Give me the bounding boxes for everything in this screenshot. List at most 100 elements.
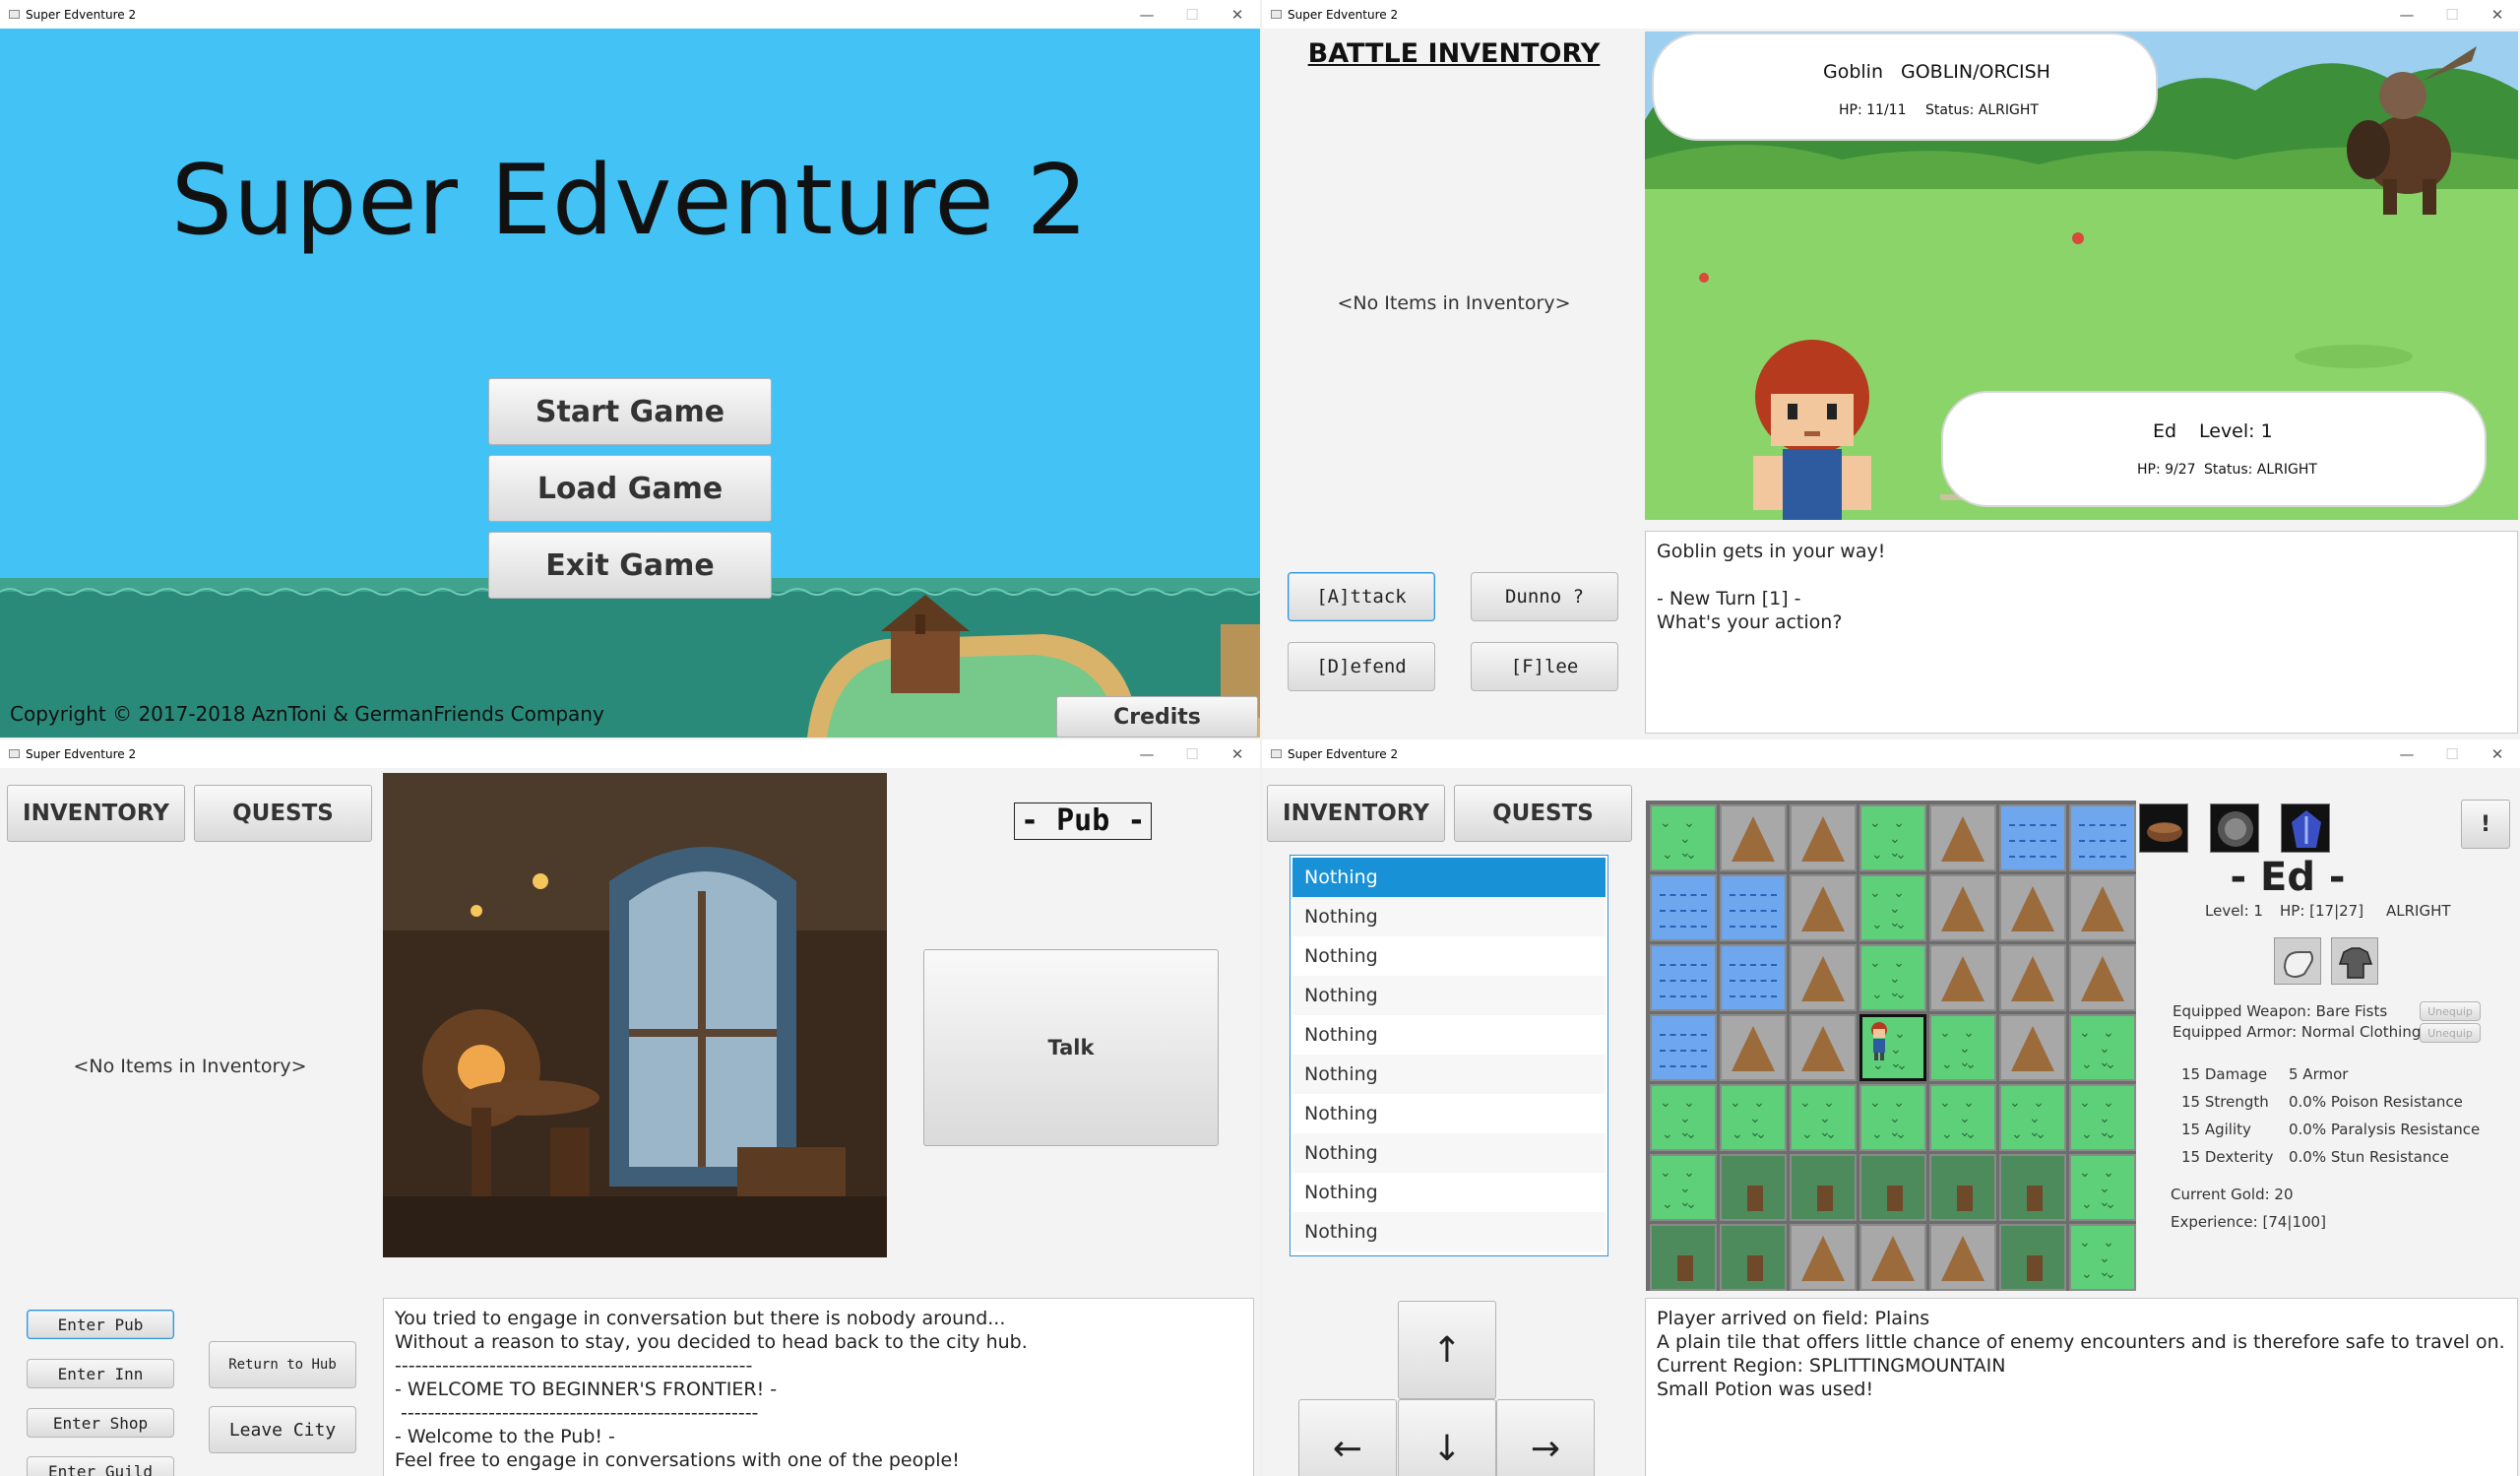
leave-city-button[interactable]: Leave City xyxy=(209,1406,356,1453)
close-button[interactable]: ✕ xyxy=(2475,745,2520,763)
inventory-item[interactable]: Nothing xyxy=(1292,1055,1606,1094)
stat-stun-resistance: 0.0% Stun Resistance xyxy=(2289,1148,2449,1166)
grass-icon: ⌄ ⌄ xyxy=(2081,1126,2120,1142)
grass-icon: ⌄ ⌄ xyxy=(1660,1095,1699,1111)
flee-button[interactable]: [F]lee xyxy=(1471,642,1618,691)
minimize-button[interactable]: — xyxy=(1124,6,1169,24)
item-slot-2[interactable] xyxy=(2210,803,2259,853)
start-game-button[interactable]: Start Game xyxy=(488,378,772,445)
pub-window: Super Edventure 2 — ☐ ✕ INVENTORY QUESTS… xyxy=(0,739,1260,1476)
mountain-tile xyxy=(1790,1224,1857,1291)
tree-trunk-icon xyxy=(1887,1186,1903,1211)
inventory-item[interactable]: Nothing xyxy=(1292,1212,1606,1251)
quests-tab[interactable]: QUESTS xyxy=(194,785,372,842)
window-title: Super Edventure 2 xyxy=(1288,7,1399,22)
enter-shop-button[interactable]: Enter Shop xyxy=(27,1408,174,1438)
mountain-icon xyxy=(2081,886,2124,931)
grass-icon: ⌄ ⌄ xyxy=(1871,917,1911,932)
wave-icon xyxy=(1660,910,1707,912)
move-right-button[interactable]: → xyxy=(1496,1399,1595,1476)
maximize-button: ☐ xyxy=(2445,744,2459,763)
player-hp: HP: 9/27 xyxy=(2137,462,2196,478)
wave-icon xyxy=(1730,894,1777,896)
inventory-item[interactable]: Nothing xyxy=(1292,976,1606,1015)
water-tile xyxy=(1650,944,1717,1011)
wave-icon xyxy=(1730,995,1777,997)
forest-tile xyxy=(1790,1154,1857,1221)
inventory-item[interactable]: Nothing xyxy=(1292,1094,1606,1133)
enter-guild-button[interactable]: Enter Guild xyxy=(27,1456,174,1476)
battle-inventory-empty: <No Items in Inventory> xyxy=(1337,292,1571,314)
item-slot-3[interactable] xyxy=(2281,803,2330,853)
battle-scene: Goblin GOBLIN/ORCISH HP: 11/11 Status: A… xyxy=(1645,32,2518,520)
wave-icon xyxy=(1730,926,1777,928)
maximize-button: ☐ xyxy=(1185,5,1199,24)
inventory-tab[interactable]: INVENTORY xyxy=(1267,785,1445,842)
inventory-item[interactable]: Nothing xyxy=(1292,858,1606,897)
inventory-tab[interactable]: INVENTORY xyxy=(7,785,185,842)
close-button[interactable]: ✕ xyxy=(1215,6,1260,24)
move-left-button[interactable]: ← xyxy=(1298,1399,1397,1476)
inventory-item[interactable]: Nothing xyxy=(1292,936,1606,976)
move-down-button[interactable]: ↓ xyxy=(1398,1399,1496,1476)
quests-tab[interactable]: QUESTS xyxy=(1454,785,1632,842)
grass-tile: ⌄ ⌄ ⌄ ⌄ ⌄ ⌄ xyxy=(1790,1084,1857,1151)
wave-icon xyxy=(1660,1050,1707,1052)
character-level: Level: 1 xyxy=(2205,902,2263,920)
unequip-weapon-button: Unequip xyxy=(2420,1001,2481,1021)
maximize-button: ☐ xyxy=(1185,744,1199,763)
minimize-button[interactable]: — xyxy=(2384,745,2429,763)
credits-button[interactable]: Credits xyxy=(1056,696,1258,738)
move-up-button[interactable]: ↑ xyxy=(1398,1301,1496,1399)
clothing-icon xyxy=(2338,947,2373,979)
battle-log[interactable]: Goblin gets in your way! - New Turn [1] … xyxy=(1645,531,2518,734)
title-bar: Super Edventure 2 — ☐ ✕ xyxy=(1262,0,2520,29)
inventory-item[interactable]: Nothing xyxy=(1292,1015,1606,1055)
alert-button[interactable]: ! xyxy=(2461,800,2510,849)
minimize-button[interactable]: — xyxy=(1124,745,1169,763)
inventory-item[interactable]: Nothing xyxy=(1292,897,1606,936)
defend-button[interactable]: [D]efend xyxy=(1288,642,1435,691)
window-title: Super Edventure 2 xyxy=(26,7,137,22)
talk-button[interactable]: Talk xyxy=(923,949,1219,1146)
grass-icon: ⌄ ⌄ xyxy=(2079,1095,2118,1111)
load-game-button[interactable]: Load Game xyxy=(488,455,772,522)
mountain-icon xyxy=(1732,816,1775,862)
enter-pub-button[interactable]: Enter Pub xyxy=(27,1310,174,1339)
item-slot-1[interactable] xyxy=(2139,803,2188,853)
grass-icon: ⌄ ⌄ xyxy=(1941,1057,1981,1072)
equipped-armor: Equipped Armor: Normal Clothing xyxy=(2173,1023,2422,1041)
close-button[interactable]: ✕ xyxy=(2475,6,2520,24)
game-title: Super Edventure 2 xyxy=(170,145,1090,257)
forest-tile xyxy=(1859,1154,1926,1221)
forest-tile xyxy=(1720,1154,1787,1221)
attack-button[interactable]: [A]ttack xyxy=(1288,572,1435,621)
player-status: Status: ALRIGHT xyxy=(2204,462,2317,478)
close-button[interactable]: ✕ xyxy=(1215,745,1260,763)
inventory-list[interactable]: Nothing Nothing Nothing Nothing Nothing Nothi… xyxy=(1290,855,1608,1256)
return-to-hub-button[interactable]: Return to Hub xyxy=(209,1341,356,1388)
pub-log[interactable]: You tried to engage in conversation but … xyxy=(383,1298,1254,1476)
weapon-slot[interactable] xyxy=(2274,937,2321,985)
water-tile xyxy=(1720,874,1787,941)
grass-tile: ⌄ ⌄ ⌄ ⌄ ⌄ ⌄ xyxy=(1929,1014,1996,1081)
grass-icon: ⌄ ⌄ xyxy=(1869,815,1909,831)
goblin-sprite xyxy=(2347,46,2477,215)
inventory-item[interactable]: Nothing xyxy=(1292,1173,1606,1212)
armor-slot[interactable] xyxy=(2331,937,2378,985)
main-menu-scene: Super Edventure 2 Start Game Load Game E… xyxy=(0,29,1260,738)
dunno-button[interactable]: Dunno ? xyxy=(1471,572,1618,621)
inventory-item[interactable]: Nothing xyxy=(1292,1133,1606,1173)
mountain-tile xyxy=(1720,804,1787,871)
grass-tile: ⌄ ⌄ ⌄ ⌄ ⌄ ⌄ xyxy=(2069,1224,2136,1291)
forest-tile xyxy=(1650,1224,1717,1291)
enter-inn-button[interactable]: Enter Inn xyxy=(27,1359,174,1388)
minimize-button[interactable]: — xyxy=(2384,6,2429,24)
wave-icon xyxy=(1660,926,1707,928)
world-log[interactable]: Player arrived on field: Plains A plain … xyxy=(1645,1298,2518,1476)
mountain-icon xyxy=(1801,816,1845,862)
grass-icon: ⌄ ⌄ xyxy=(2081,1266,2120,1282)
exit-game-button[interactable]: Exit Game xyxy=(488,532,772,599)
world-map[interactable]: ⌄ ⌄ ⌄ ⌄ ⌄ ⌄ ⌄ ⌄ ⌄ ⌄ ⌄ ⌄ ⌄ ⌄ ⌄ ⌄ ⌄ ⌄ ⌄ ⌄ ⌄ ⌄ ⌄ ⌄ ⌄ ⌄ ⌄… xyxy=(1646,801,2136,1291)
mountain-icon xyxy=(1801,956,1845,1001)
